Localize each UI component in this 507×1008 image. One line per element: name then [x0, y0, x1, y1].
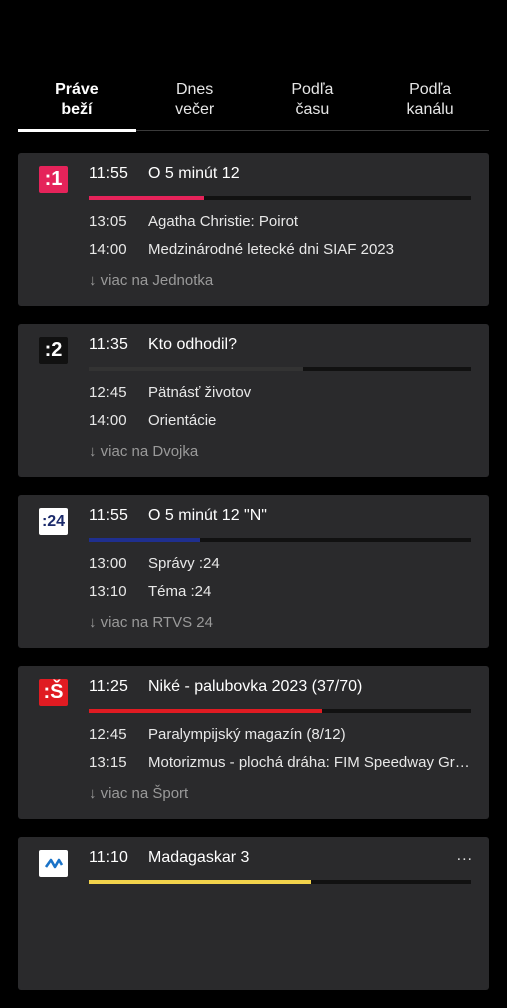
progress-bar [89, 538, 471, 542]
now-time: 11:55 [89, 507, 128, 524]
progress-fill [89, 880, 311, 884]
list-item[interactable]: 13:05 Agatha Christie: Poirot [89, 212, 471, 240]
zigzag-icon [44, 858, 63, 868]
channel-card-kids[interactable]: 11:10 Madagaskar 3 ... [18, 837, 489, 990]
channel-card-sport[interactable]: :Š 11:25 Niké - palubovka 2023 (37/70) 1… [18, 666, 489, 819]
now-playing-row: 11:10 Madagaskar 3 [89, 849, 471, 867]
channel-logo-jednotka: :1 [39, 166, 68, 193]
progress-bar [89, 709, 471, 713]
now-time: 11:25 [89, 678, 128, 695]
program-title: Správy :24 [148, 555, 220, 572]
list-item[interactable]: 14:00 Medzinárodné letecké dni SIAF 2023 [89, 240, 471, 268]
list-item[interactable]: 12:45 Pätnásť životov [89, 383, 471, 411]
list-item[interactable]: 12:45 Paralympijský magazín (8/12) [89, 725, 471, 753]
upcoming-list: 13:05 Agatha Christie: Poirot 14:00 Medz… [89, 212, 471, 268]
program-title: Motorizmus - plochá dráha: FIM Speedway … [148, 754, 471, 771]
now-title: O 5 minút 12 [148, 165, 240, 182]
more-options-icon[interactable]: ... [457, 847, 473, 865]
tab-now-playing[interactable]: Práve beží [18, 80, 136, 132]
channel-logo-rtvs24: :24 [39, 508, 68, 535]
program-title: Pätnásť životov [148, 384, 252, 401]
program-time: 12:45 [89, 384, 127, 401]
progress-bar [89, 367, 471, 371]
tab-by-channel[interactable]: Podľa kanálu [371, 80, 489, 130]
upcoming-list: 12:45 Pätnásť životov 14:00 Orientácie [89, 383, 471, 439]
channel-card-jednotka[interactable]: :1 11:55 O 5 minút 12 13:05 Agatha Chris… [18, 153, 489, 306]
upcoming-list: 13:00 Správy :24 13:10 Téma :24 [89, 554, 471, 610]
progress-fill [89, 367, 303, 371]
progress-fill [89, 538, 200, 542]
progress-bar [89, 880, 471, 884]
more-link[interactable]: ↓ viac na Šport [89, 785, 188, 802]
channel-logo-dvojka: :2 [39, 337, 68, 364]
program-time: 13:15 [89, 754, 127, 771]
now-time: 11:10 [89, 849, 128, 866]
now-playing-row: 11:55 O 5 minút 12 "N" [89, 507, 471, 525]
progress-bar [89, 196, 471, 200]
program-time: 14:00 [89, 241, 127, 258]
progress-fill [89, 709, 323, 713]
program-title: Orientácie [148, 412, 217, 429]
now-title: O 5 minút 12 "N" [148, 507, 267, 524]
list-item[interactable]: 13:15 Motorizmus - plochá dráha: FIM Spe… [89, 753, 471, 781]
upcoming-list: 12:45 Paralympijský magazín (8/12) 13:15… [89, 725, 471, 781]
program-time: 13:05 [89, 213, 127, 230]
more-link[interactable]: ↓ viac na RTVS 24 [89, 614, 213, 631]
program-title: Agatha Christie: Poirot [148, 213, 299, 230]
channel-card-rtvs24[interactable]: :24 11:55 O 5 minút 12 "N" 13:00 Správy … [18, 495, 489, 648]
now-time: 11:35 [89, 336, 128, 353]
program-title: Medzinárodné letecké dni SIAF 2023 [148, 241, 394, 258]
tab-tonight[interactable]: Dnes večer [136, 80, 254, 130]
tab-bar: Práve beží Dnes večer Podľa času Podľa k… [18, 80, 489, 132]
progress-fill [89, 196, 204, 200]
more-link[interactable]: ↓ viac na Dvojka [89, 443, 198, 460]
channel-list: :1 11:55 O 5 minút 12 13:05 Agatha Chris… [18, 153, 489, 1008]
channel-logo-kids [39, 850, 68, 877]
now-title: Kto odhodil? [148, 336, 237, 353]
channel-logo-sport: :Š [39, 679, 68, 706]
channel-card-dvojka[interactable]: :2 11:35 Kto odhodil? 12:45 Pätnásť živo… [18, 324, 489, 477]
list-item[interactable]: 13:00 Správy :24 [89, 554, 471, 582]
now-playing-row: 11:25 Niké - palubovka 2023 (37/70) [89, 678, 471, 696]
tab-by-time[interactable]: Podľa času [254, 80, 372, 130]
now-title: Madagaskar 3 [148, 849, 250, 866]
now-playing-row: 11:35 Kto odhodil? [89, 336, 471, 354]
program-time: 13:10 [89, 583, 127, 600]
now-time: 11:55 [89, 165, 128, 182]
program-time: 12:45 [89, 726, 127, 743]
list-item[interactable]: 13:10 Téma :24 [89, 582, 471, 610]
program-time: 13:00 [89, 555, 127, 572]
program-time: 14:00 [89, 412, 127, 429]
list-item[interactable]: 14:00 Orientácie [89, 411, 471, 439]
now-title: Niké - palubovka 2023 (37/70) [148, 678, 363, 695]
more-link[interactable]: ↓ viac na Jednotka [89, 272, 213, 289]
program-title: Téma :24 [148, 583, 212, 600]
now-playing-row: 11:55 O 5 minút 12 [89, 165, 471, 183]
program-title: Paralympijský magazín (8/12) [148, 726, 346, 743]
